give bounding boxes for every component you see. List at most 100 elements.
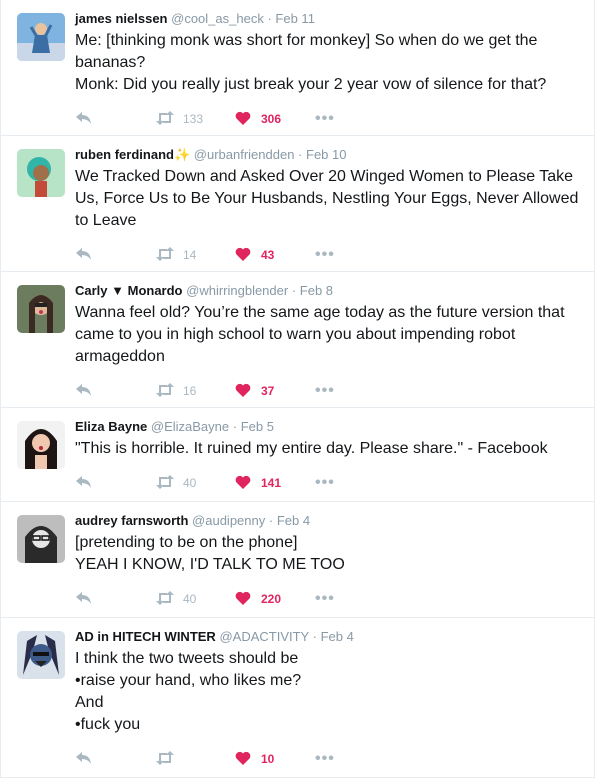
tweet-date[interactable]: Feb 11 (275, 11, 315, 26)
reply-icon (75, 751, 93, 768)
author-handle[interactable]: @ADACTIVITY (219, 629, 309, 644)
heart-icon (235, 383, 251, 400)
tweet-text: Me: [thinking monk was short for monkey]… (75, 30, 582, 96)
more-button[interactable]: ••• (315, 110, 355, 128)
more-button[interactable]: ••• (315, 750, 355, 768)
author-handle[interactable]: @urbanfriendden (194, 147, 295, 162)
heart-icon (235, 111, 251, 128)
heart-icon (235, 591, 251, 608)
author-name[interactable]: audrey farnsworth (75, 513, 188, 528)
avatar[interactable] (17, 13, 65, 61)
retweet-count: 16 (183, 384, 197, 398)
reply-button[interactable] (75, 247, 155, 264)
tweet-text-line: YEAH I KNOW, I'D TALK TO ME TOO (75, 556, 345, 573)
tweet-text: Wanna feel old? You’re the same age toda… (75, 302, 582, 368)
tweet[interactable]: james nielssen @cool_as_heck · Feb 11 Me… (1, 0, 594, 136)
tweet-date[interactable]: Feb 8 (300, 283, 333, 298)
reply-icon (75, 591, 93, 608)
reply-button[interactable] (75, 383, 155, 400)
tweet-actions: 133 306 ••• (75, 100, 582, 138)
retweet-icon (155, 750, 175, 768)
like-button[interactable]: 306 (235, 111, 315, 128)
avatar[interactable] (17, 421, 65, 469)
retweet-icon (155, 590, 175, 608)
tweet-text: [pretending to be on the phone] YEAH I K… (75, 532, 582, 576)
like-count: 37 (261, 384, 275, 398)
more-dots-icon: ••• (315, 110, 335, 127)
tweet-text-line: •raise your hand, who likes me? (75, 672, 302, 689)
retweet-button[interactable]: 16 (155, 382, 235, 400)
more-button[interactable]: ••• (315, 474, 355, 492)
retweet-button[interactable]: 14 (155, 246, 235, 264)
author-handle[interactable]: @ElizaBayne (151, 419, 229, 434)
retweet-icon (155, 246, 175, 264)
tweet-date[interactable]: Feb 4 (321, 629, 354, 644)
more-dots-icon: ••• (315, 382, 335, 399)
avatar[interactable] (17, 285, 65, 333)
retweet-icon (155, 474, 175, 492)
reply-icon (75, 111, 93, 128)
separator-dot: · (267, 11, 272, 26)
tweet-actions: 40 141 ••• (75, 464, 582, 502)
tweet[interactable]: AD in HITECH WINTER @ADACTIVITY · Feb 4 … (1, 618, 594, 778)
tweet[interactable]: ruben ferdinand✨ @urbanfriendden · Feb 1… (1, 136, 594, 272)
more-dots-icon: ••• (315, 590, 335, 607)
retweet-button[interactable]: 133 (155, 110, 235, 128)
author-name[interactable]: ruben ferdinand (75, 147, 174, 162)
tweet-text-line: Me: [thinking monk was short for monkey]… (75, 32, 538, 71)
author-handle[interactable]: @whirringblender (186, 283, 288, 298)
reply-button[interactable] (75, 111, 155, 128)
heart-icon (235, 475, 251, 492)
tweet[interactable]: Eliza Bayne @ElizaBayne · Feb 5 "This is… (1, 408, 594, 502)
tweet-text: We Tracked Down and Asked Over 20 Winged… (75, 166, 582, 232)
retweet-count: 14 (183, 248, 197, 262)
separator-dot: · (268, 513, 274, 528)
retweet-button[interactable]: 40 (155, 474, 235, 492)
like-button[interactable]: 141 (235, 475, 315, 492)
author-name[interactable]: Eliza Bayne (75, 419, 147, 434)
separator-dot: · (291, 283, 297, 298)
like-button[interactable]: 43 (235, 247, 315, 264)
like-button[interactable]: 220 (235, 591, 315, 608)
more-button[interactable]: ••• (315, 246, 355, 264)
tweet[interactable]: audrey farnsworth @audipenny · Feb 4 [pr… (1, 502, 594, 618)
tweet-header: audrey farnsworth @audipenny · Feb 4 (75, 512, 582, 530)
reply-button[interactable] (75, 475, 155, 492)
like-button[interactable]: 10 (235, 751, 315, 768)
like-count: 10 (261, 752, 275, 766)
more-button[interactable]: ••• (315, 382, 355, 400)
reply-button[interactable] (75, 751, 155, 768)
heart-icon (235, 247, 251, 264)
more-dots-icon: ••• (315, 474, 335, 491)
avatar[interactable] (17, 515, 65, 563)
author-handle[interactable]: @cool_as_heck (171, 11, 264, 26)
avatar[interactable] (17, 149, 65, 197)
more-button[interactable]: ••• (315, 590, 355, 608)
author-name[interactable]: Carly ▼ Monardo (75, 283, 183, 298)
tweet-date[interactable]: Feb 10 (306, 147, 346, 162)
tweet-text-line: [pretending to be on the phone] (75, 534, 298, 551)
retweet-button[interactable]: 40 (155, 590, 235, 608)
tweet-actions: 14 43 ••• (75, 236, 582, 274)
like-button[interactable]: 37 (235, 383, 315, 400)
heart-icon (235, 751, 251, 768)
tweet-header: james nielssen @cool_as_heck · Feb 11 (75, 10, 582, 28)
author-name[interactable]: james nielssen (75, 11, 168, 26)
tweet-actions: 10 ••• (75, 740, 582, 778)
tweet[interactable]: Carly ▼ Monardo @whirringblender · Feb 8… (1, 272, 594, 408)
reply-icon (75, 247, 93, 264)
tweet-text: "This is horrible. It ruined my entire d… (75, 438, 582, 460)
tweet-date[interactable]: Feb 4 (277, 513, 310, 528)
separator-dot: · (298, 147, 303, 162)
retweet-button[interactable] (155, 750, 235, 768)
tweet-date[interactable]: Feb 5 (241, 419, 274, 434)
tweet-text-line: Wanna feel old? You’re the same age toda… (75, 304, 565, 365)
author-handle[interactable]: @audipenny (192, 513, 265, 528)
avatar[interactable] (17, 631, 65, 679)
sparkle-icon: ✨ (173, 147, 191, 162)
reply-button[interactable] (75, 591, 155, 608)
tweet-text: I think the two tweets should be •raise … (75, 648, 582, 736)
author-name[interactable]: AD in HITECH WINTER (75, 629, 216, 644)
like-count: 141 (261, 476, 282, 490)
separator-dot: · (232, 419, 238, 434)
